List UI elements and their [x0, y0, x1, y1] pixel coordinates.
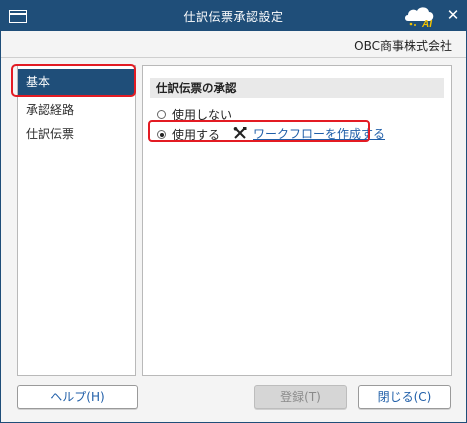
option-use[interactable]: 使用する	[157, 126, 220, 143]
section-title: 仕訳伝票の承認	[150, 78, 444, 98]
nav-item-basic[interactable]: 基本	[18, 69, 135, 95]
help-button[interactable]: ヘルプ(H)	[17, 385, 138, 409]
create-workflow-link[interactable]: ワークフローを作成する	[233, 125, 385, 142]
radio-use[interactable]	[157, 130, 166, 139]
header-divider	[1, 57, 466, 58]
create-workflow-link-text[interactable]: ワークフローを作成する	[253, 125, 385, 142]
option-do-not-use[interactable]: 使用しない	[157, 106, 232, 123]
close-window-button[interactable]: ✕	[445, 7, 461, 23]
nav-item-approval-route[interactable]: 承認経路	[18, 97, 135, 123]
settings-nav: 基本 承認経路 仕訳伝票	[17, 65, 136, 376]
option-do-not-use-label: 使用しない	[172, 108, 233, 122]
dialog-title: 仕訳伝票承認設定	[183, 10, 284, 24]
title-bar: 仕訳伝票承認設定 AI ✕	[1, 1, 466, 31]
nav-item-journal-voucher[interactable]: 仕訳伝票	[18, 121, 135, 147]
tools-icon	[233, 127, 247, 139]
dialog-window: 仕訳伝票承認設定 AI ✕ OBC商事株式会社 基本 承認経路 仕訳伝票 仕訳伝…	[0, 0, 467, 423]
radio-do-not-use[interactable]	[157, 110, 166, 119]
settings-panel: 仕訳伝票の承認 使用しない 使用する ワークフローを作成する	[142, 65, 452, 376]
ai-logo-text: AI	[421, 19, 432, 29]
close-button[interactable]: 閉じる(C)	[358, 385, 451, 409]
company-name: OBC商事株式会社	[354, 39, 452, 53]
ai-assistant-icon[interactable]: AI	[402, 3, 436, 29]
option-use-label: 使用する	[172, 128, 221, 142]
register-button[interactable]: 登録(T)	[254, 385, 347, 409]
